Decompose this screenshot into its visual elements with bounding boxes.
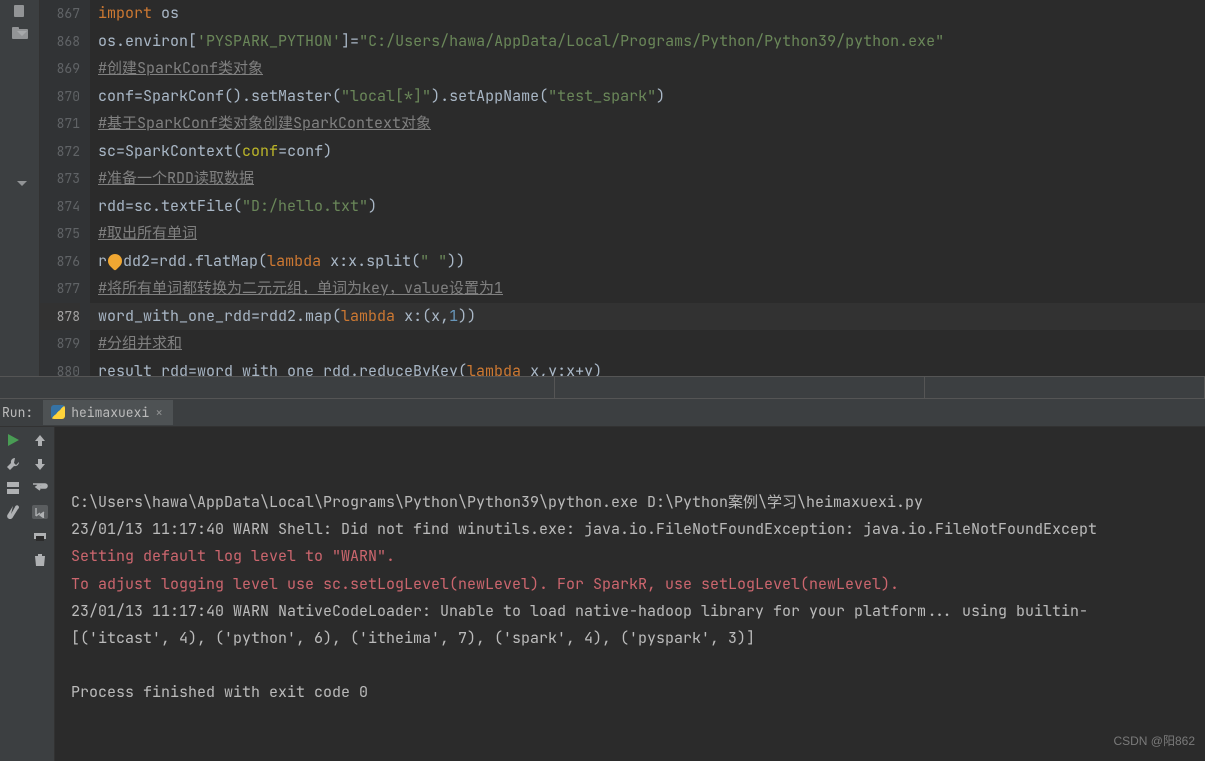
- soft-wrap-icon[interactable]: [32, 481, 48, 495]
- run-toolbar: Run: heimaxuexi ×: [0, 399, 1205, 427]
- watermark: CSDN @阳862: [1113, 728, 1195, 755]
- line-number: 867: [40, 0, 80, 28]
- code-line[interactable]: result_rdd=word_with_one_rdd.reduceByKey…: [98, 358, 1205, 377]
- code-line[interactable]: #准备一个RDD读取数据: [98, 165, 1205, 193]
- code-line[interactable]: word_with_one_rdd=rdd2.map(lambda x:(x,1…: [98, 303, 1205, 331]
- fold-chevron-down-icon[interactable]: [16, 28, 28, 40]
- code-line[interactable]: #将所有单词都转换为二元元组，单词为key，value设置为1: [98, 275, 1205, 303]
- line-number: 880: [40, 358, 80, 377]
- run-side-icons-1: [0, 427, 25, 761]
- scroll-to-end-icon[interactable]: [32, 505, 48, 519]
- line-number: 870: [40, 83, 80, 111]
- run-tab-heimaxuexi[interactable]: heimaxuexi ×: [43, 400, 173, 425]
- line-number: 869: [40, 55, 80, 83]
- code-line[interactable]: sc=SparkContext(conf=conf): [98, 138, 1205, 166]
- up-arrow-icon[interactable]: [33, 433, 47, 447]
- terminal-line: Setting default log level to "WARN".: [71, 543, 1205, 570]
- terminal-line: C:\Users\hawa\AppData\Local\Programs\Pyt…: [71, 489, 1205, 516]
- line-number-gutter: 8678688698708718728738748758768778788798…: [40, 0, 90, 376]
- down-arrow-icon[interactable]: [33, 457, 47, 471]
- wrench-icon[interactable]: [6, 457, 20, 471]
- editor-area: 8678688698708718728738748758768778788798…: [0, 0, 1205, 376]
- attach-icon[interactable]: [6, 505, 20, 519]
- code-line[interactable]: conf=SparkConf().setMaster("local[*]").s…: [98, 83, 1205, 111]
- run-tab-label: heimaxuexi: [71, 404, 149, 421]
- line-number: 874: [40, 193, 80, 221]
- code-line[interactable]: #分组并求和: [98, 330, 1205, 358]
- fold-chevron-down-icon[interactable]: [16, 178, 28, 190]
- code-line[interactable]: #基于SparkConf类对象创建SparkContext对象: [98, 110, 1205, 138]
- code-line[interactable]: os.environ['PYSPARK_PYTHON']="C:/Users/h…: [98, 28, 1205, 56]
- run-icon[interactable]: [6, 433, 20, 447]
- terminal-line: 23/01/13 11:17:40 WARN NativeCodeLoader:…: [71, 598, 1205, 625]
- intention-bulb-icon[interactable]: [105, 251, 125, 271]
- code-line[interactable]: rdd=sc.textFile("D:/hello.txt"): [98, 193, 1205, 221]
- terminal-line: Process finished with exit code 0: [71, 679, 1205, 706]
- line-number: 876: [40, 248, 80, 276]
- layout-icon[interactable]: [6, 481, 20, 495]
- code-line[interactable]: #取出所有单词: [98, 220, 1205, 248]
- run-label: Run:: [2, 404, 33, 421]
- editor-left-margin: [0, 0, 40, 376]
- terminal-line: To adjust logging level use sc.setLogLev…: [71, 571, 1205, 598]
- line-number: 873: [40, 165, 80, 193]
- line-number: 877: [40, 275, 80, 303]
- run-side-icons-2: [25, 427, 55, 761]
- line-number: 872: [40, 138, 80, 166]
- python-icon: [51, 405, 65, 419]
- code-line[interactable]: #创建SparkConf类对象: [98, 55, 1205, 83]
- line-number: 878: [40, 303, 80, 331]
- terminal-line: [71, 652, 1205, 679]
- terminal-line: [('itcast', 4), ('python', 6), ('itheima…: [71, 625, 1205, 652]
- line-number: 879: [40, 330, 80, 358]
- editor-bottom-bar: [0, 376, 1205, 399]
- terminal-line: 23/01/13 11:17:40 WARN Shell: Did not fi…: [71, 516, 1205, 543]
- file-icon: [13, 4, 27, 18]
- code-editor[interactable]: import osos.environ['PYSPARK_PYTHON']="C…: [90, 0, 1205, 376]
- run-output-area: C:\Users\hawa\AppData\Local\Programs\Pyt…: [0, 427, 1205, 761]
- run-output[interactable]: C:\Users\hawa\AppData\Local\Programs\Pyt…: [55, 427, 1205, 761]
- line-number: 875: [40, 220, 80, 248]
- line-number: 868: [40, 28, 80, 56]
- line-number: 871: [40, 110, 80, 138]
- code-line[interactable]: rdd2=rdd.flatMap(lambda x:x.split(" ")): [98, 248, 1205, 276]
- code-line[interactable]: import os: [98, 0, 1205, 28]
- trash-icon[interactable]: [33, 553, 47, 567]
- print-icon[interactable]: [33, 529, 47, 543]
- close-icon[interactable]: ×: [155, 404, 163, 421]
